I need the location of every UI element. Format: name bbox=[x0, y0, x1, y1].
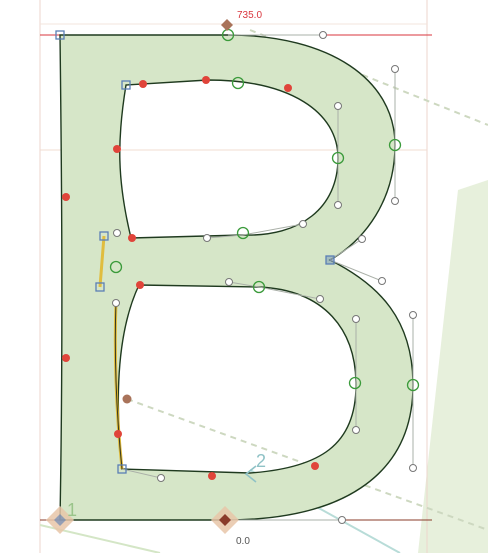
ascender-handle-icon[interactable] bbox=[221, 19, 233, 31]
anchor-2-label: 2 bbox=[256, 451, 266, 471]
anchor-1-label: 1 bbox=[67, 500, 77, 520]
baseline-value-label: 0.0 bbox=[236, 536, 250, 547]
guideline-point[interactable] bbox=[122, 394, 132, 404]
glyph-view[interactable]: 735.0 0.0 1 2 bbox=[0, 0, 488, 553]
ascender-value-label: 735.0 bbox=[237, 10, 262, 21]
selected-corner-node[interactable] bbox=[326, 256, 334, 264]
glyph-edit-canvas[interactable]: 735.0 0.0 1 2 bbox=[0, 0, 488, 553]
glyph-outline[interactable] bbox=[59, 34, 414, 521]
